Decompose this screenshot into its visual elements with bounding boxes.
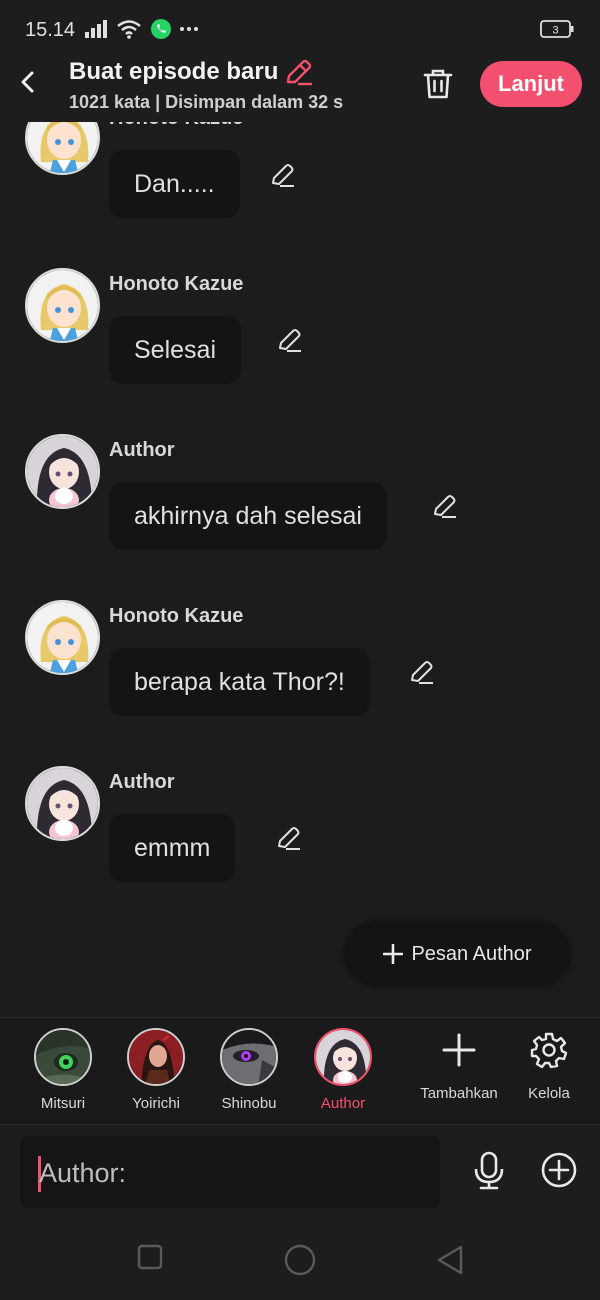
page-title: Buat episode baru <box>69 58 279 85</box>
avatar <box>314 1028 372 1086</box>
character-yoirichi[interactable]: Yoirichi <box>116 1028 196 1112</box>
message-input[interactable]: Author: <box>20 1136 440 1208</box>
back-triangle-icon[interactable] <box>436 1244 464 1276</box>
character-name: Author <box>320 1095 366 1112</box>
edit-message-icon[interactable] <box>408 659 436 687</box>
recents-square-icon[interactable] <box>137 1244 163 1270</box>
sender-name: Author <box>109 771 175 793</box>
add-character-button[interactable]: Tambahkan <box>418 1030 500 1102</box>
character-author[interactable]: Author <box>303 1028 383 1112</box>
whatsapp-icon <box>151 19 171 39</box>
sender-name: Honoto Kazue <box>109 273 244 295</box>
fab-label: Pesan Author <box>411 942 532 965</box>
avatar-author[interactable] <box>25 434 100 509</box>
svg-text:3: 3 <box>552 25 558 37</box>
microphone-icon[interactable] <box>470 1151 508 1191</box>
avatar-author[interactable] <box>25 766 100 841</box>
episode-title[interactable]: Buat episode baru <box>69 58 314 86</box>
edit-message-icon[interactable] <box>431 493 459 521</box>
avatar-honoto[interactable] <box>25 600 100 675</box>
avatar <box>220 1028 278 1086</box>
more-dots-icon <box>180 27 198 31</box>
avatar-honoto[interactable] <box>25 122 100 175</box>
add-attachment-icon[interactable] <box>540 1151 578 1189</box>
avatar <box>127 1028 185 1086</box>
back-arrow-icon[interactable] <box>14 68 42 96</box>
chat-area[interactable]: Honoto Kazue Dan..... Honoto Kazue Seles… <box>0 122 600 1017</box>
sender-name: Author <box>109 439 175 461</box>
edit-title-icon[interactable] <box>284 58 314 86</box>
battery-icon: 3 <box>540 20 574 43</box>
home-circle-icon[interactable] <box>284 1244 316 1276</box>
add-character-label: Tambahkan <box>420 1085 498 1102</box>
author-message-button[interactable]: Pesan Author <box>345 922 570 986</box>
edit-message-icon[interactable] <box>275 825 303 853</box>
character-name: Yoirichi <box>132 1095 180 1112</box>
manage-label: Kelola <box>528 1085 570 1102</box>
input-value: Author: <box>39 1158 127 1188</box>
wifi-icon <box>117 20 141 39</box>
character-name: Shinobu <box>221 1095 277 1112</box>
character-bar: Mitsuri Yoirichi Shinobu Author Tambahka… <box>0 1017 600 1125</box>
character-name: Mitsuri <box>40 1095 86 1112</box>
next-button[interactable]: Lanjut <box>480 61 582 107</box>
message-bubble[interactable]: berapa kata Thor?! <box>109 648 370 716</box>
sender-name: Honoto Kazue <box>109 122 243 130</box>
edit-message-icon[interactable] <box>269 162 297 190</box>
signal-icon <box>85 20 107 38</box>
message-bubble[interactable]: Selesai <box>109 316 241 384</box>
message-bubble[interactable]: Dan..... <box>109 150 240 218</box>
status-bar: 15.14 3 <box>0 0 600 56</box>
plus-icon <box>383 944 404 964</box>
sender-name: Honoto Kazue <box>109 605 244 627</box>
input-bar: Author: <box>0 1125 600 1220</box>
avatar <box>34 1028 92 1086</box>
word-count-status: 1021 kata | Disimpan dalam 32 s <box>69 92 344 112</box>
status-time: 15.14 <box>25 19 76 41</box>
edit-message-icon[interactable] <box>276 327 304 355</box>
character-mitsuri[interactable]: Mitsuri <box>23 1028 103 1112</box>
gear-icon <box>530 1032 568 1069</box>
character-shinobu[interactable]: Shinobu <box>209 1028 289 1112</box>
plus-icon <box>442 1033 476 1067</box>
message-bubble[interactable]: emmm <box>109 814 236 882</box>
system-nav-bar <box>0 1220 600 1300</box>
app-header: Buat episode baru 1021 kata | Disimpan d… <box>0 56 600 122</box>
manage-characters-button[interactable]: Kelola <box>526 1030 572 1102</box>
trash-icon[interactable] <box>420 66 456 102</box>
avatar-honoto[interactable] <box>25 268 100 343</box>
message-bubble[interactable]: akhirnya dah selesai <box>109 482 387 550</box>
